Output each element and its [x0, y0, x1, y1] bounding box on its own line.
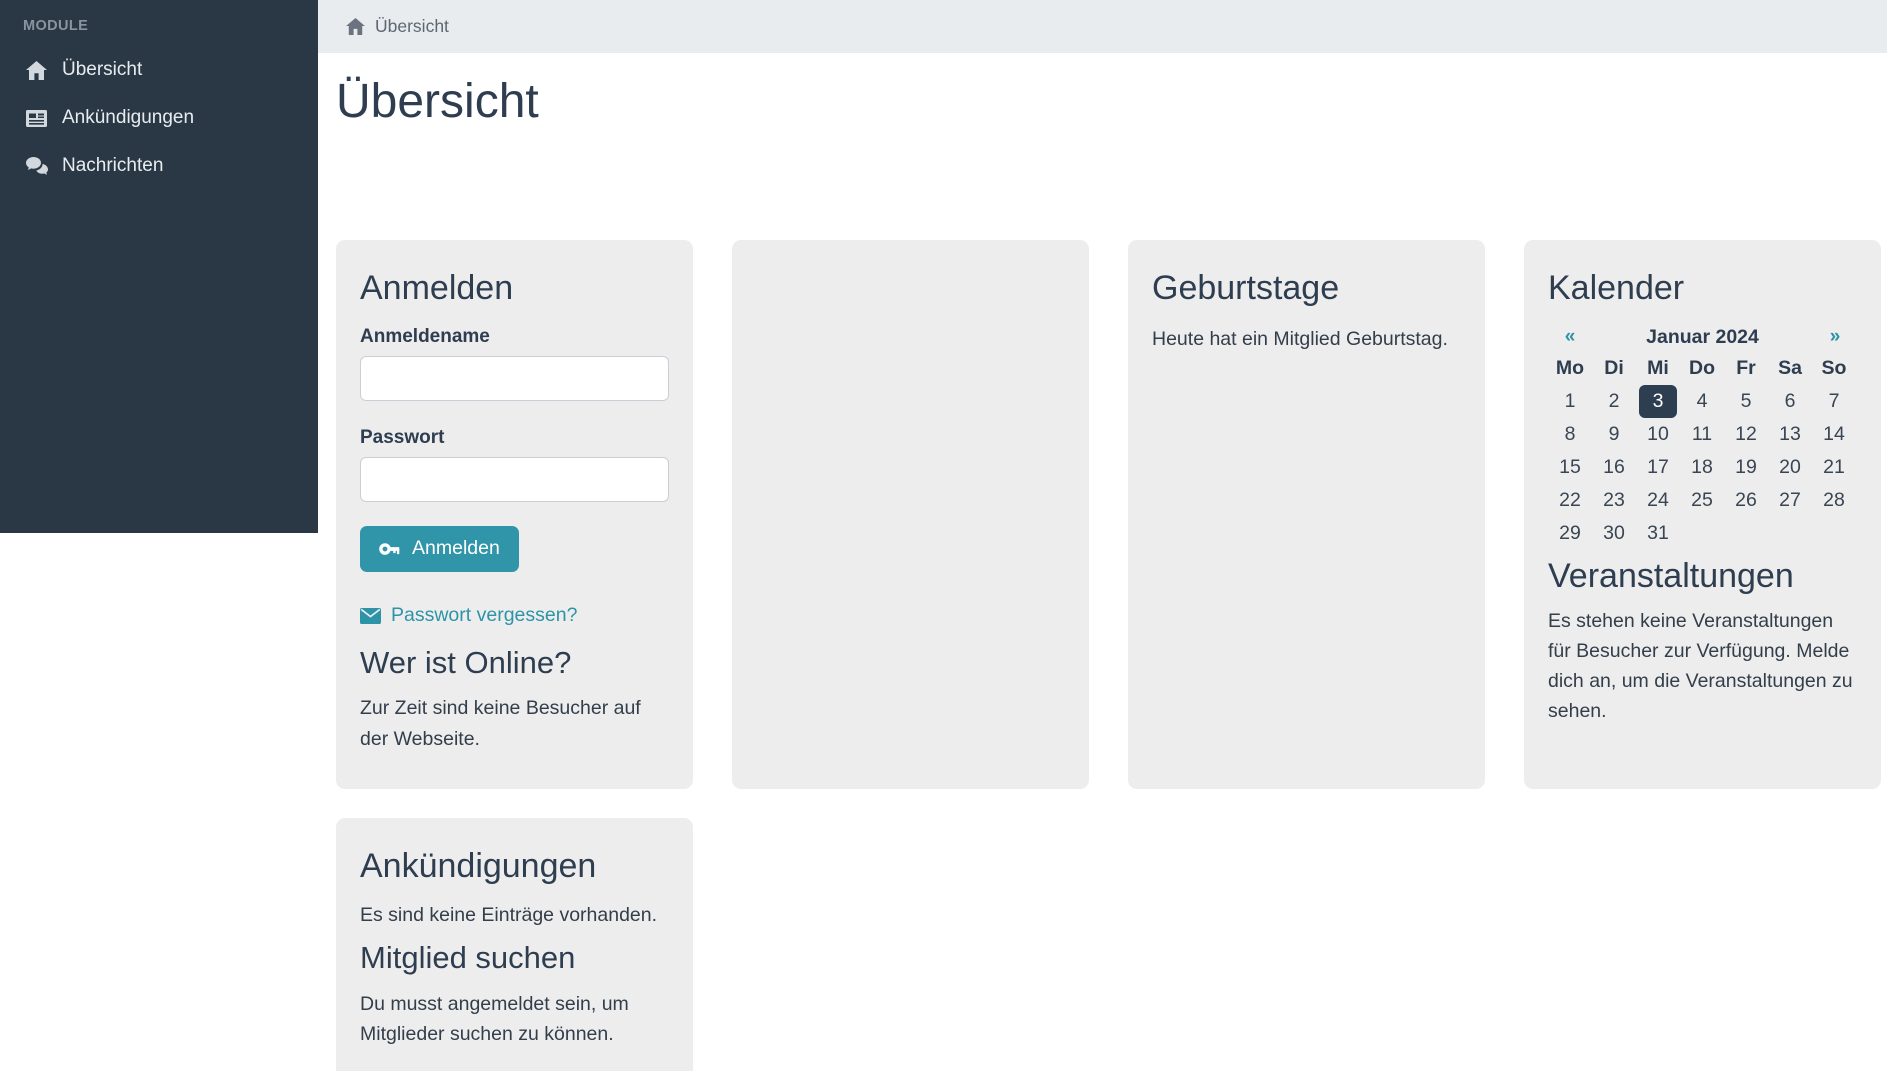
password-label: Passwort — [360, 427, 669, 449]
sidebar-item-label: Übersicht — [62, 59, 142, 81]
calendar-prev-button[interactable]: « — [1548, 326, 1592, 348]
calendar-day-header: Di — [1592, 352, 1636, 385]
calendar-day[interactable]: 23 — [1592, 484, 1636, 517]
calendar-title: Kalender — [1548, 266, 1857, 310]
comments-icon — [26, 156, 48, 176]
calendar-day[interactable]: 18 — [1680, 451, 1724, 484]
sidebar-item-ankuendigungen[interactable]: Ankündigungen — [0, 94, 318, 142]
forgot-password-link[interactable]: Passwort vergessen? — [360, 604, 669, 627]
calendar-day[interactable]: 13 — [1768, 418, 1812, 451]
empty-widget-card — [732, 240, 1089, 789]
calendar-month-label: Januar 2024 — [1592, 326, 1813, 349]
calendar-day[interactable]: 1 — [1548, 385, 1592, 418]
calendar-day[interactable]: 5 — [1724, 385, 1768, 418]
calendar-day[interactable]: 25 — [1680, 484, 1724, 517]
calendar-day-header: Sa — [1768, 352, 1812, 385]
forgot-password-label: Passwort vergessen? — [391, 604, 577, 627]
calendar-day[interactable]: 15 — [1548, 451, 1592, 484]
calendar-day[interactable]: 24 — [1636, 484, 1680, 517]
calendar-day[interactable]: 21 — [1812, 451, 1856, 484]
login-title: Anmelden — [360, 266, 669, 310]
calendar-day[interactable]: 14 — [1812, 418, 1856, 451]
calendar-day[interactable]: 28 — [1812, 484, 1856, 517]
birthdays-text: Heute hat ein Mitglied Geburtstag. — [1152, 324, 1461, 354]
login-card: Anmelden Anmeldename Passwort Anmelden P… — [336, 240, 693, 789]
calendar-day-selected[interactable]: 3 — [1636, 385, 1680, 418]
password-field[interactable] — [360, 457, 669, 502]
sidebar-item-uebersicht[interactable]: Übersicht — [0, 46, 318, 94]
calendar-next-button[interactable]: » — [1813, 326, 1857, 348]
page-title: Übersicht — [336, 72, 539, 132]
dashboard-page: MODULE Übersicht Ankündigungen Nachricht… — [0, 0, 1887, 1071]
calendar-day-header: Mi — [1636, 352, 1680, 385]
calendar-day-headers: MoDiMiDoFrSaSo — [1548, 352, 1857, 385]
calendar-day[interactable]: 20 — [1768, 451, 1812, 484]
newspaper-icon — [26, 108, 48, 128]
events-title: Veranstaltungen — [1548, 554, 1857, 598]
calendar-day[interactable]: 16 — [1592, 451, 1636, 484]
calendar-day[interactable]: 11 — [1680, 418, 1724, 451]
calendar-day[interactable]: 7 — [1812, 385, 1856, 418]
calendar-day[interactable]: 19 — [1724, 451, 1768, 484]
calendar-day[interactable]: 2 — [1592, 385, 1636, 418]
sidebar-item-label: Nachrichten — [62, 155, 163, 177]
calendar-day[interactable]: 17 — [1636, 451, 1680, 484]
calendar-day[interactable]: 31 — [1636, 517, 1680, 550]
calendar-day-empty — [1768, 517, 1812, 550]
calendar-day[interactable]: 10 — [1636, 418, 1680, 451]
calendar-day[interactable]: 6 — [1768, 385, 1812, 418]
calendar-day[interactable]: 12 — [1724, 418, 1768, 451]
calendar-day-header: Do — [1680, 352, 1724, 385]
calendar-day-header: So — [1812, 352, 1856, 385]
username-field[interactable] — [360, 356, 669, 401]
home-icon[interactable] — [346, 18, 365, 35]
sidebar-section-header: MODULE — [0, 0, 318, 46]
key-icon — [379, 539, 400, 559]
member-search-text: Du musst angemeldet sein, um Mitglieder … — [360, 989, 669, 1049]
calendar-day[interactable]: 26 — [1724, 484, 1768, 517]
calendar-day-empty — [1680, 517, 1724, 550]
calendar-day[interactable]: 30 — [1592, 517, 1636, 550]
calendar-day-header: Mo — [1548, 352, 1592, 385]
calendar-nav: « Januar 2024 » — [1548, 322, 1857, 352]
calendar-widget: « Januar 2024 » MoDiMiDoFrSaSo 123456789… — [1548, 322, 1857, 550]
breadcrumb: Übersicht — [318, 0, 1887, 53]
announcements-card: Ankündigungen Es sind keine Einträge vor… — [336, 818, 693, 1071]
calendar-day-empty — [1724, 517, 1768, 550]
calendar-day[interactable]: 29 — [1548, 517, 1592, 550]
home-icon — [26, 60, 48, 80]
sidebar-item-nachrichten[interactable]: Nachrichten — [0, 142, 318, 190]
calendar-day[interactable]: 9 — [1592, 418, 1636, 451]
calendar-day[interactable]: 4 — [1680, 385, 1724, 418]
whos-online-text: Zur Zeit sind keine Besucher auf der Web… — [360, 693, 669, 753]
calendar-day[interactable]: 27 — [1768, 484, 1812, 517]
birthdays-title: Geburtstage — [1152, 266, 1461, 310]
member-search-title: Mitglied suchen — [360, 938, 669, 978]
announcements-text: Es sind keine Einträge vorhanden. — [360, 900, 669, 930]
whos-online-title: Wer ist Online? — [360, 643, 669, 683]
calendar-day-header: Fr — [1724, 352, 1768, 385]
calendar-day[interactable]: 22 — [1548, 484, 1592, 517]
calendar-day-empty — [1812, 517, 1856, 550]
announcements-title: Ankündigungen — [360, 844, 669, 888]
birthdays-card: Geburtstage Heute hat ein Mitglied Gebur… — [1128, 240, 1485, 789]
calendar-card: Kalender « Januar 2024 » MoDiMiDoFrSaSo … — [1524, 240, 1881, 789]
login-button[interactable]: Anmelden — [360, 526, 519, 572]
login-button-label: Anmelden — [412, 537, 500, 560]
sidebar: MODULE Übersicht Ankündigungen Nachricht… — [0, 0, 318, 533]
breadcrumb-label[interactable]: Übersicht — [375, 16, 449, 37]
calendar-grid: 1234567891011121314151617181920212223242… — [1548, 385, 1857, 550]
sidebar-item-label: Ankündigungen — [62, 107, 194, 129]
username-label: Anmeldename — [360, 326, 669, 348]
events-text: Es stehen keine Veranstaltungen für Besu… — [1548, 606, 1857, 726]
calendar-day[interactable]: 8 — [1548, 418, 1592, 451]
envelope-icon — [360, 608, 381, 624]
